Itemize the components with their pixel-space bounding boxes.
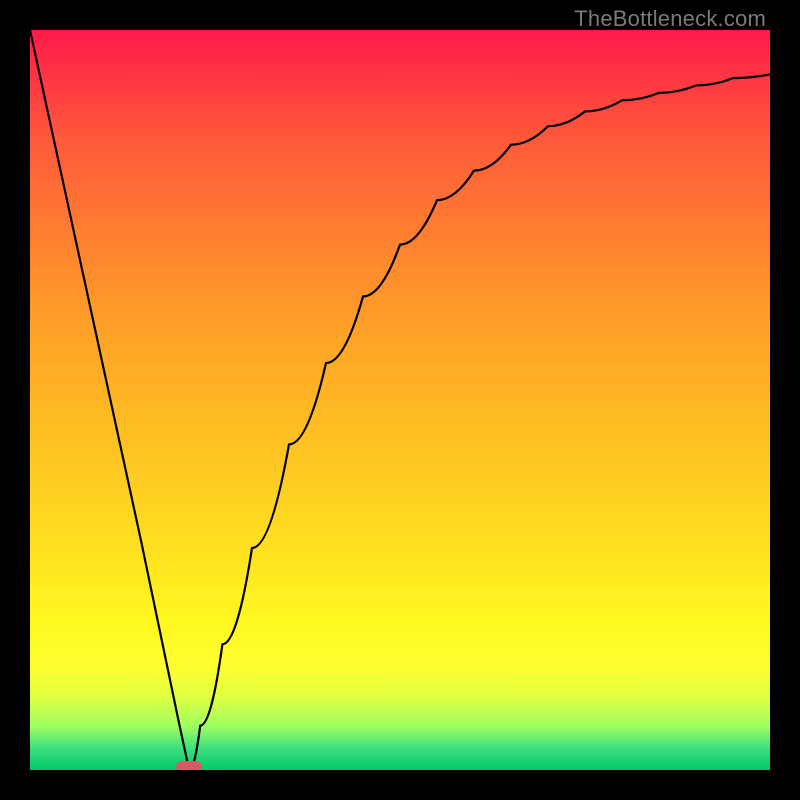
plot-area (30, 30, 770, 770)
chart-frame: TheBottleneck.com (0, 0, 800, 800)
watermark-text: TheBottleneck.com (574, 6, 766, 32)
curve-svg (30, 30, 770, 770)
bottleneck-curve (30, 30, 770, 770)
optimum-marker (176, 761, 202, 770)
